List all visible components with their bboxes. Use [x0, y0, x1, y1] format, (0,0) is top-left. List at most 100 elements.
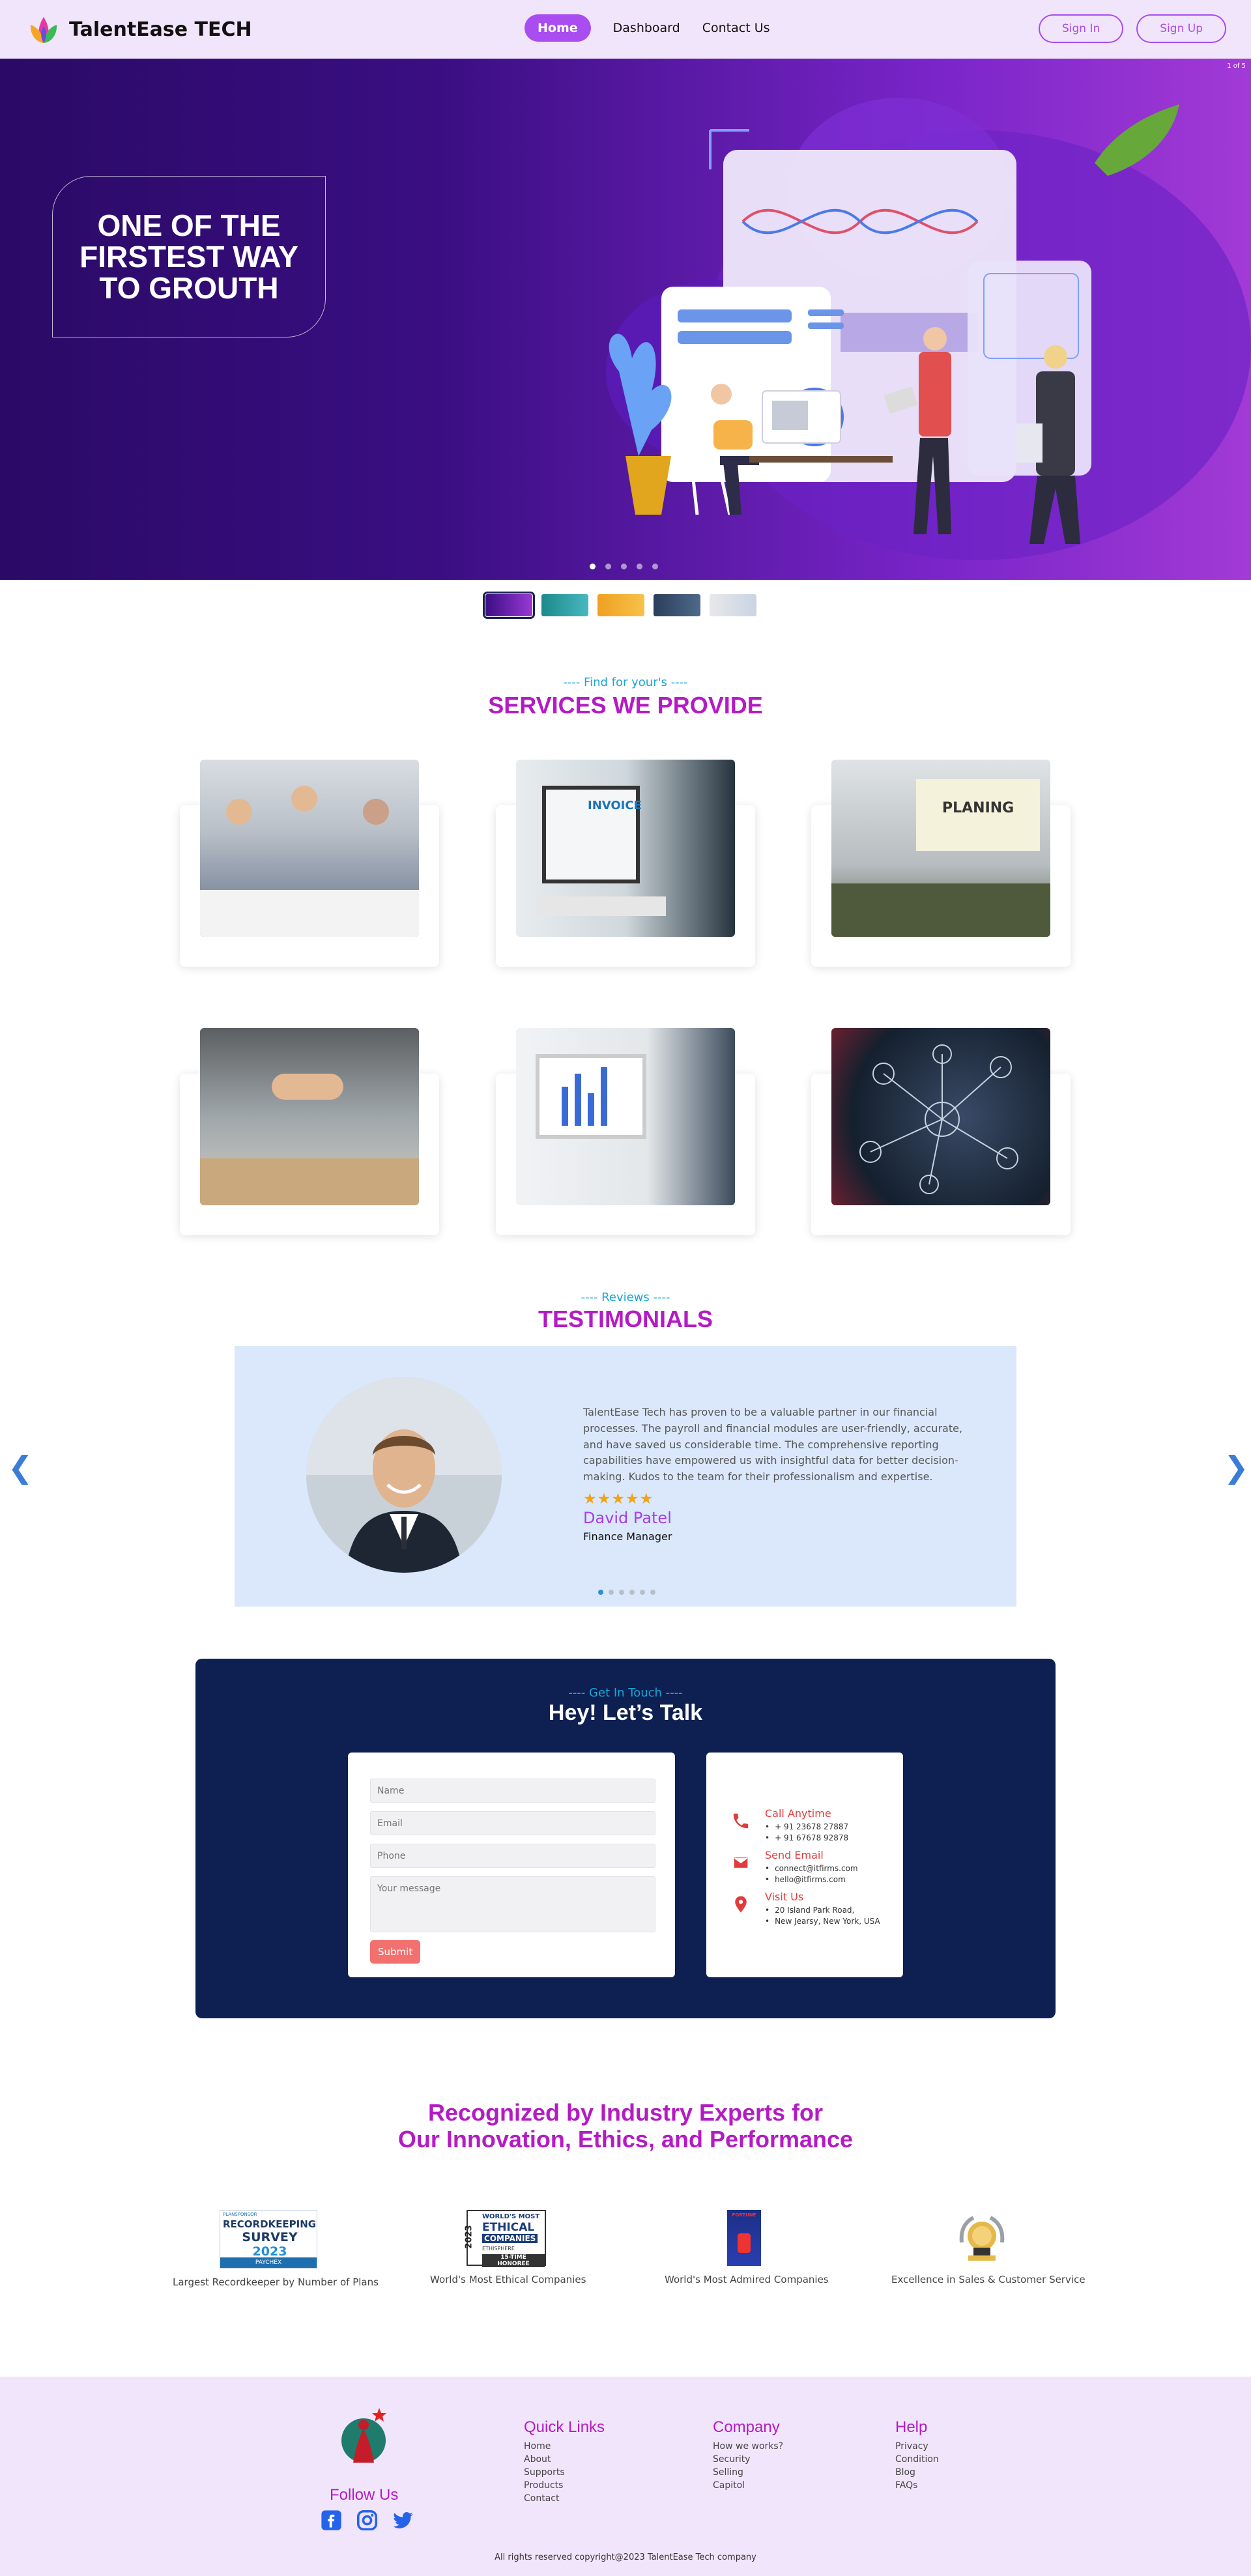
testimonials-title: TESTIMONIALS — [538, 1306, 713, 1332]
service-image-analytics — [516, 1028, 735, 1205]
testimonial-dot[interactable] — [609, 1590, 614, 1595]
mail-icon — [732, 1856, 749, 1869]
hero-carousel: 1 of 5 ONE OF THE FIRSTEST WAY TO GROUTH — [0, 59, 1251, 580]
instagram-icon[interactable] — [356, 2510, 378, 2531]
quick-links-title: Quick Links — [524, 2418, 605, 2436]
twitter-icon[interactable] — [392, 2510, 414, 2531]
footer-link-faqs[interactable]: FAQs — [895, 2480, 939, 2493]
services-eyebrow: ---- Find for your's ---- — [563, 676, 688, 689]
location-pin-icon — [735, 1896, 747, 1913]
address-line: New Jearsy, New York, USA — [765, 1916, 880, 1927]
fortune-logo-text: FORTUNE — [732, 2212, 756, 2218]
email-input[interactable] — [370, 1811, 655, 1835]
chevron-right-icon[interactable]: ❯ — [1224, 1450, 1249, 1485]
hero-dot[interactable] — [652, 564, 658, 569]
thumbnail[interactable] — [597, 594, 644, 616]
email-address[interactable]: hello@itfirms.com — [765, 1874, 858, 1885]
footer-link-products[interactable]: Products — [524, 2480, 605, 2493]
footer-link-blog[interactable]: Blog — [895, 2467, 939, 2480]
brand[interactable]: TalentEase TECH — [26, 12, 252, 47]
hero-dot[interactable] — [590, 564, 596, 569]
service-image-network — [831, 1028, 1050, 1205]
footer-link-selling[interactable]: Selling — [713, 2467, 783, 2480]
hero-dots — [590, 564, 658, 569]
message-input[interactable] — [370, 1876, 655, 1932]
footer-company: Company How we works? Security Selling C… — [713, 2418, 783, 2493]
sign-up-button[interactable]: Sign Up — [1136, 14, 1226, 43]
recordkeeping-logo: PLANSPONSOR RECORDKEEPING SURVEY 2023 PA… — [220, 2210, 317, 2268]
chevron-left-icon[interactable]: ❮ — [8, 1450, 33, 1485]
testimonial-dot[interactable] — [629, 1590, 635, 1595]
footer: Follow Us Quick Links Home About Support… — [0, 2377, 1251, 2576]
thumbnail[interactable] — [541, 594, 588, 616]
call-title: Call Anytime — [765, 1807, 831, 1820]
logo-text: ETHICAL — [482, 2221, 535, 2234]
company-title: Company — [713, 2418, 780, 2436]
contact-eyebrow: ---- Get In Touch ---- — [568, 1686, 683, 1700]
footer-link-condition[interactable]: Condition — [895, 2454, 939, 2467]
reviewer-photo — [306, 1377, 502, 1573]
follow-us-label: Follow Us — [330, 2486, 399, 2504]
logo-text: 15-TIME HONOREE — [482, 2254, 545, 2267]
footer-help: Help Privacy Condition Blog FAQs — [895, 2418, 939, 2493]
thumbnail[interactable] — [654, 594, 700, 616]
copyright: All rights reserved copyright@2023 Talen… — [495, 2553, 756, 2562]
testimonial-pagination — [598, 1590, 655, 1595]
testimonial-dot[interactable] — [619, 1590, 624, 1595]
logo-footer: PAYCHEX — [220, 2257, 317, 2268]
lotus-logo-icon — [30, 17, 57, 43]
hero-dot[interactable] — [605, 564, 611, 569]
thumbnail[interactable] — [483, 592, 535, 619]
logo-text: COMPANIES — [482, 2234, 538, 2243]
footer-link-about[interactable]: About — [524, 2454, 605, 2467]
service-image-team-meeting — [200, 760, 419, 937]
contact-form: Submit — [348, 1753, 675, 1977]
reviewer-role: Finance Manager — [583, 1530, 672, 1543]
facebook-icon[interactable] — [321, 2510, 342, 2531]
logo-word: SURVEY — [242, 2230, 298, 2244]
award-caption: Largest Recordkeeper by Number of Plans — [173, 2276, 379, 2288]
hero-dot[interactable] — [621, 564, 627, 569]
nav-contact-us[interactable]: Contact Us — [702, 14, 770, 42]
footer-link-home[interactable]: Home — [524, 2440, 605, 2454]
submit-button[interactable]: Submit — [370, 1940, 421, 1964]
hero-dot[interactable] — [637, 564, 642, 569]
phone-number[interactable]: + 91 23678 27887 — [765, 1822, 848, 1833]
page: TalentEase TECH Home Dashboard Contact U… — [0, 0, 1251, 2576]
footer-link-supports[interactable]: Supports — [524, 2467, 605, 2480]
logo-text: ETHISPHERE — [482, 2246, 515, 2252]
hero-title: ONE OF THE FIRSTEST WAY TO GROUTH — [79, 208, 298, 306]
footer-link-privacy[interactable]: Privacy — [895, 2440, 939, 2454]
reviewer-name: David Patel — [583, 1509, 672, 1527]
award-excellence: Excellence in Sales & Customer Service — [891, 2210, 1086, 2285]
award-caption: World's Most Ethical Companies — [430, 2274, 586, 2285]
carousel-thumbnails — [483, 592, 756, 619]
award-recordkeeping: PLANSPONSOR RECORDKEEPING SURVEY 2023 PA… — [173, 2210, 379, 2288]
recognition-line-1: Recognized by Industry Experts for — [427, 2099, 824, 2126]
email-address[interactable]: connect@itfirms.com — [765, 1863, 858, 1874]
award-admired: FORTUNE World's Most Admired Companies — [665, 2210, 829, 2285]
help-title: Help — [895, 2418, 928, 2436]
name-input[interactable] — [370, 1779, 655, 1803]
nav-dashboard[interactable]: Dashboard — [613, 14, 680, 42]
testimonial-quote: TalentEase Tech has proven to be a valua… — [583, 1406, 963, 1483]
testimonial-dot[interactable] — [640, 1590, 645, 1595]
fortune-logo: FORTUNE — [727, 2210, 761, 2266]
testimonial-dot[interactable] — [598, 1590, 603, 1595]
phone-input[interactable] — [370, 1844, 655, 1868]
award-caption: Excellence in Sales & Customer Service — [891, 2274, 1086, 2285]
footer-link-how-we-work[interactable]: How we works? — [713, 2440, 783, 2454]
service-image-team-highfive — [200, 1028, 419, 1205]
footer-link-contact[interactable]: Contact — [524, 2493, 605, 2506]
logo-year: 2023 — [252, 2244, 287, 2259]
phone-number[interactable]: + 91 67678 92878 — [765, 1833, 848, 1844]
nav-home[interactable]: Home — [525, 14, 591, 42]
thumbnail[interactable] — [710, 594, 756, 616]
footer-link-security[interactable]: Security — [713, 2454, 783, 2467]
sign-in-button[interactable]: Sign In — [1039, 14, 1124, 43]
hero-headline-box: ONE OF THE FIRSTEST WAY TO GROUTH — [52, 176, 326, 337]
address-list: 20 Island Park Road, New Jearsy, New Yor… — [765, 1905, 880, 1927]
footer-link-capitol[interactable]: Capitol — [713, 2480, 783, 2493]
star-rating: ★★★★★ — [583, 1491, 654, 1508]
testimonial-dot[interactable] — [650, 1590, 655, 1595]
